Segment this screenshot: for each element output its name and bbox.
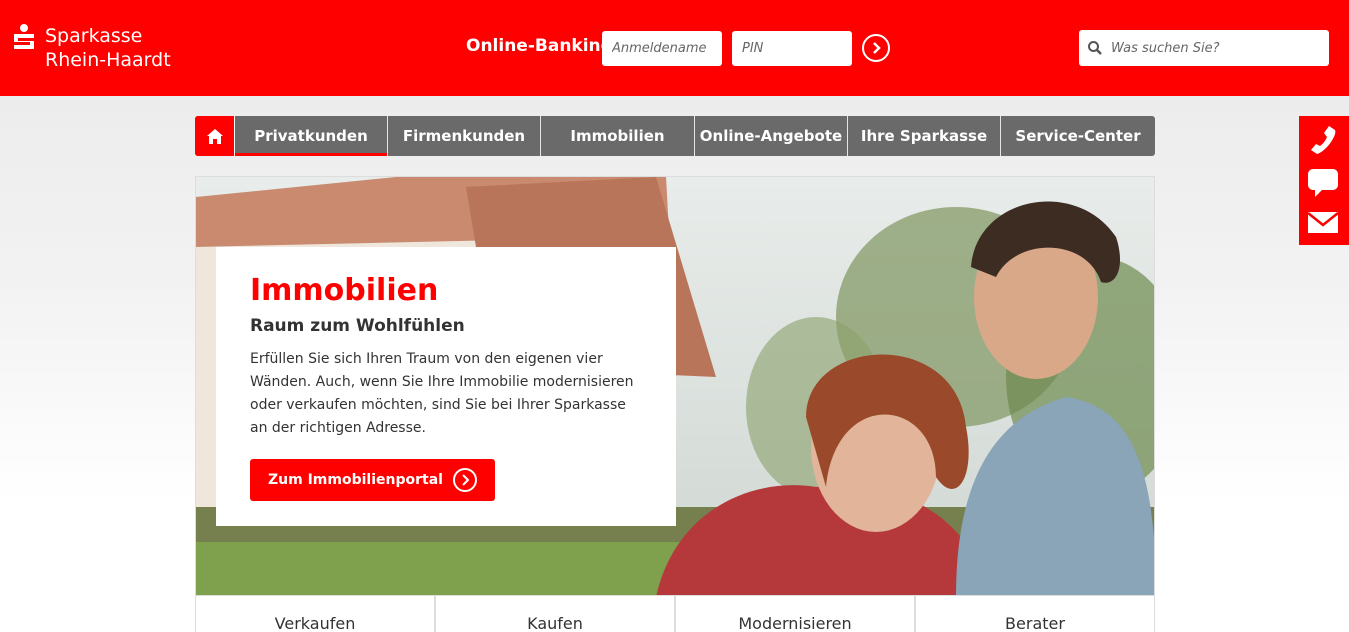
tile-label: Kaufen [527, 614, 583, 632]
hero-teaser-card: Immobilien Raum zum Wohlfühlen Erfüllen … [216, 247, 676, 526]
online-banking-label: Online-Banking [466, 36, 613, 56]
home-icon [206, 128, 223, 144]
nav-item-service-center[interactable]: Service-Center [1001, 116, 1155, 156]
site-header: Sparkasse Rhein-Haardt Online-Banking [0, 0, 1349, 96]
tile-berater[interactable]: Berater [915, 596, 1155, 632]
pin-input[interactable] [732, 31, 852, 66]
hero-subtitle: Raum zum Wohlfühlen [250, 316, 465, 336]
nav-item-privatkunden[interactable]: Privatkunden [235, 116, 388, 156]
tile-label: Modernisieren [738, 614, 852, 632]
search-icon [1088, 41, 1102, 55]
immobilienportal-button[interactable]: Zum Immobilienportal [250, 459, 495, 501]
sparkasse-s-icon [12, 24, 36, 52]
hero-text: Erfüllen Sie sich Ihren Traum von den ei… [250, 351, 634, 436]
brand-line-2: Rhein-Haardt [45, 49, 171, 71]
chat-icon[interactable] [1307, 166, 1339, 198]
main-nav: Privatkunden Firmenkunden Immobilien Onl… [195, 116, 1155, 156]
mail-icon[interactable] [1307, 206, 1339, 238]
nav-item-firmenkunden[interactable]: Firmenkunden [388, 116, 541, 156]
cta-label: Zum Immobilienportal [268, 472, 443, 488]
search-input[interactable] [1111, 30, 1321, 66]
contact-sidebar [1299, 116, 1349, 245]
tile-verkaufen[interactable]: Verkaufen [195, 596, 435, 632]
tile-kaufen[interactable]: Kaufen [435, 596, 675, 632]
nav-item-ihre-sparkasse[interactable]: Ihre Sparkasse [848, 116, 1001, 156]
hero-title: Immobilien [250, 273, 439, 308]
nav-item-immobilien[interactable]: Immobilien [541, 116, 695, 156]
topic-tiles: Verkaufen Kaufen Modernisieren Berater [195, 596, 1155, 632]
chevron-right-icon [873, 42, 881, 54]
nav-home-button[interactable] [195, 116, 235, 156]
phone-icon[interactable] [1307, 124, 1339, 156]
chevron-right-icon [452, 468, 477, 492]
tile-label: Verkaufen [274, 614, 356, 632]
brand-line-1: Sparkasse [45, 25, 143, 47]
hero-banner: Immobilien Raum zum Wohlfühlen Erfüllen … [195, 176, 1155, 596]
tile-label: Berater [1005, 614, 1065, 632]
nav-item-online-angebote[interactable]: Online-Angebote [695, 116, 848, 156]
username-input[interactable] [602, 31, 722, 66]
login-submit-button[interactable] [862, 34, 890, 62]
tile-modernisieren[interactable]: Modernisieren [675, 596, 915, 632]
search-box[interactable] [1079, 30, 1329, 66]
sparkasse-logo[interactable]: Sparkasse Rhein-Haardt [12, 24, 171, 72]
